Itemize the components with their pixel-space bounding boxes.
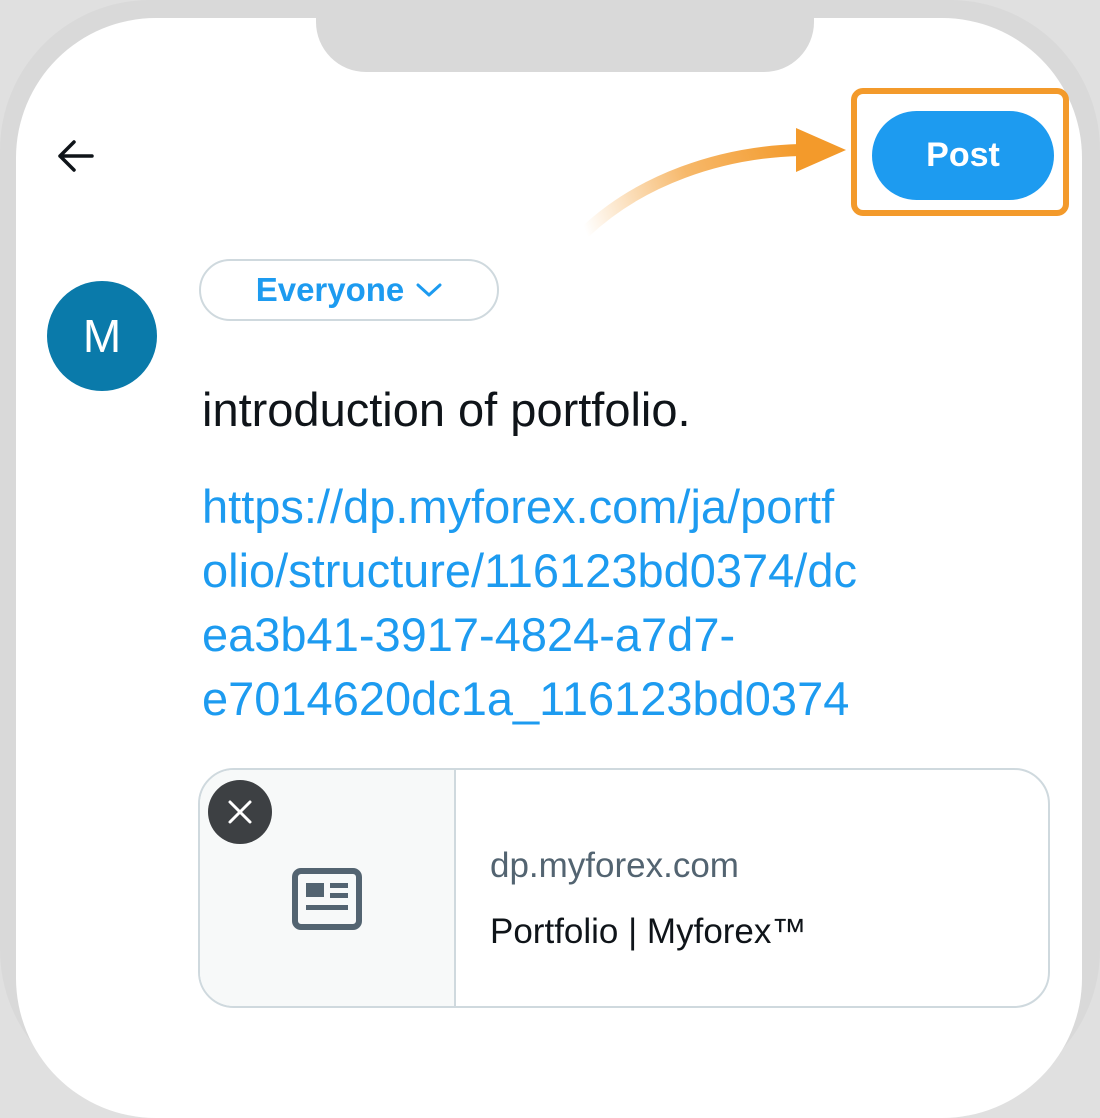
audience-selector[interactable]: Everyone (199, 259, 499, 321)
phone-notch (316, 18, 814, 72)
audience-label: Everyone (255, 271, 405, 308)
link-card-title: Portfolio | Myforex™ (490, 912, 807, 951)
back-button[interactable] (52, 132, 100, 180)
link-line: ea3b41-3917-4824-a7d7- (202, 608, 736, 661)
avatar[interactable]: M (47, 281, 157, 391)
remove-card-button[interactable] (208, 780, 272, 844)
link-card-domain: dp.myforex.com (490, 846, 739, 885)
arrow-left-icon (58, 140, 94, 172)
link-line: olio/structure/116123bd0374/dc (202, 544, 857, 597)
article-icon (292, 868, 362, 930)
post-button[interactable]: Post (872, 111, 1054, 200)
close-icon (228, 800, 252, 824)
link-card-thumbnail (200, 770, 456, 1006)
phone-mockup: Post M Everyone introduction of portfoli… (0, 0, 1100, 1118)
post-link[interactable]: https://dp.myforex.com/ja/portf olio/str… (202, 475, 1062, 731)
link-line: e7014620dc1a_116123bd0374 (202, 672, 850, 725)
post-text[interactable]: introduction of portfolio. (202, 380, 1062, 440)
link-preview-card[interactable]: dp.myforex.com Portfolio | Myforex™ (198, 768, 1050, 1008)
chevron-down-icon (416, 283, 442, 297)
link-line: https://dp.myforex.com/ja/portf (202, 480, 835, 533)
